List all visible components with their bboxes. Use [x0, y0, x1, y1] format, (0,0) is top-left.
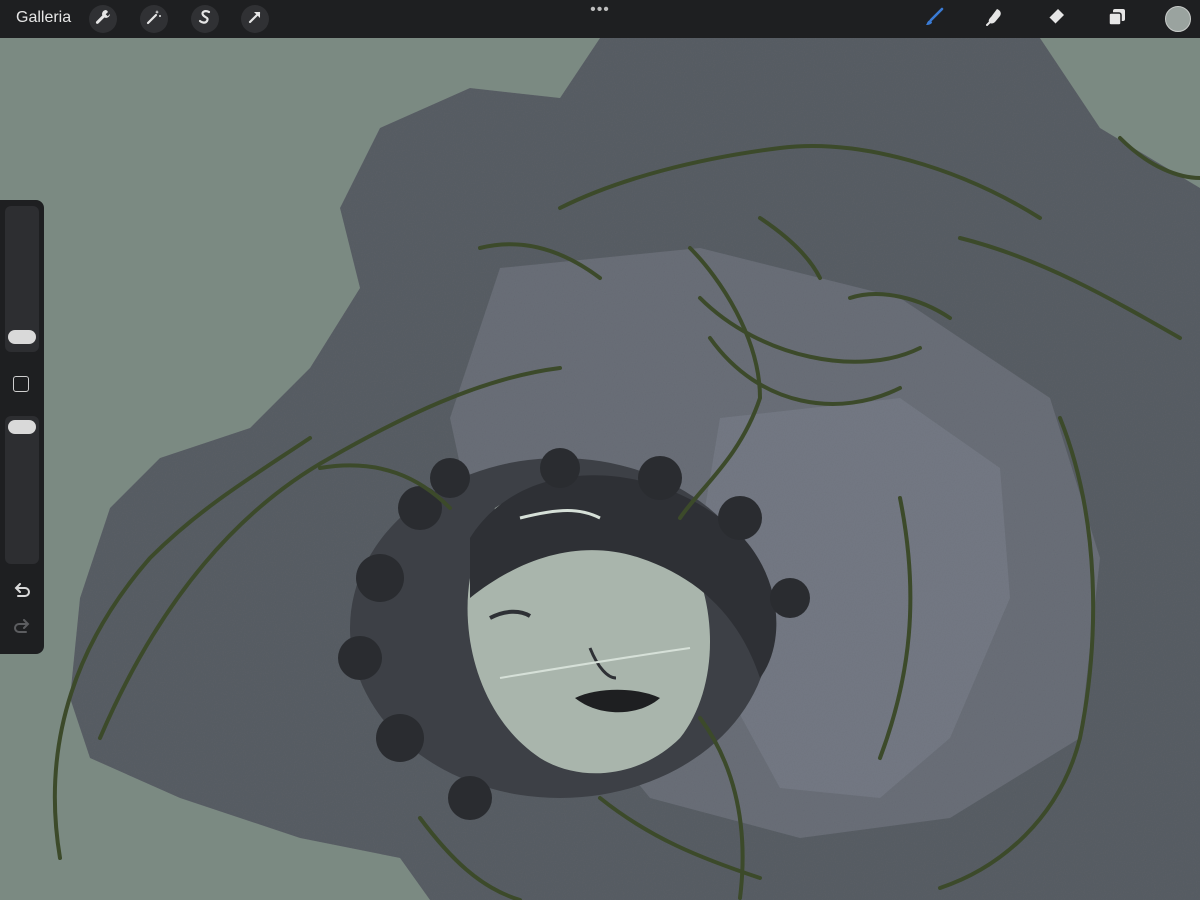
- actions-button[interactable]: [89, 5, 117, 33]
- brush-size-thumb[interactable]: [8, 330, 36, 344]
- gallery-button[interactable]: Galleria: [16, 9, 71, 27]
- transform-arrow-icon: [245, 7, 265, 32]
- redo-icon: [12, 618, 32, 642]
- artwork: [0, 38, 1200, 900]
- more-menu-button[interactable]: •••: [586, 2, 614, 18]
- brush-tool-button[interactable]: [919, 5, 949, 33]
- top-toolbar: Galleria •••: [0, 0, 1200, 38]
- brush-icon: [924, 7, 944, 32]
- eraser-tool-button[interactable]: [1041, 5, 1071, 33]
- brush-size-slider[interactable]: [5, 206, 39, 352]
- left-sidebar: [0, 200, 44, 654]
- opacity-slider[interactable]: [5, 416, 39, 564]
- drawing-canvas[interactable]: [0, 38, 1200, 900]
- modify-button[interactable]: [13, 376, 29, 392]
- smudge-icon: [985, 7, 1005, 32]
- color-picker-button[interactable]: [1165, 6, 1191, 32]
- magic-wand-icon: [144, 7, 164, 32]
- wrench-icon: [93, 7, 113, 32]
- adjustments-button[interactable]: [140, 5, 168, 33]
- opacity-thumb[interactable]: [8, 420, 36, 434]
- selection-s-icon: [195, 7, 215, 32]
- eraser-icon: [1046, 7, 1066, 32]
- smudge-tool-button[interactable]: [980, 5, 1010, 33]
- transform-button[interactable]: [241, 5, 269, 33]
- layers-icon: [1107, 7, 1127, 32]
- undo-icon: [12, 582, 32, 606]
- undo-button[interactable]: [11, 582, 33, 606]
- selection-button[interactable]: [191, 5, 219, 33]
- layers-button[interactable]: [1102, 5, 1132, 33]
- redo-button[interactable]: [11, 618, 33, 642]
